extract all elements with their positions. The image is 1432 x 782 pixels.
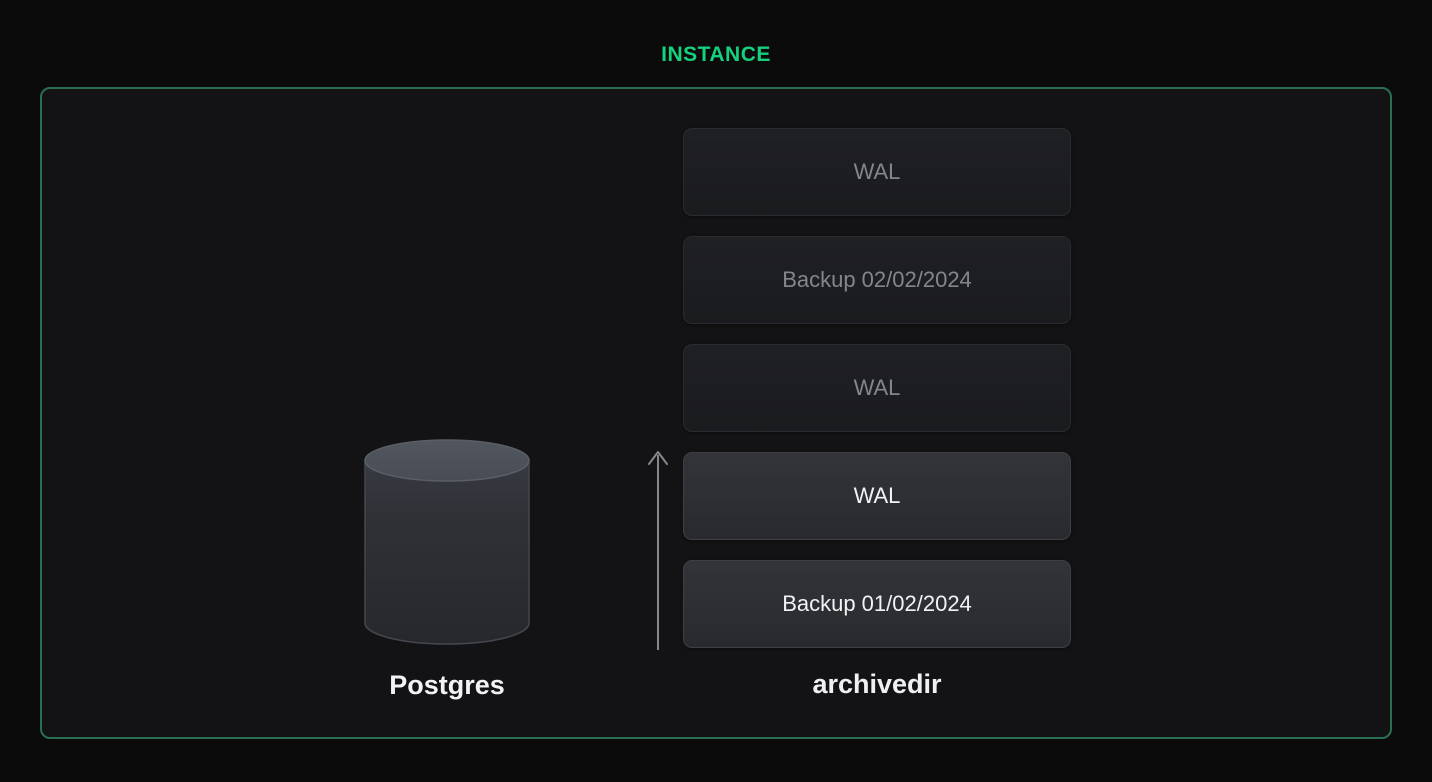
wal-box-active: WAL xyxy=(683,452,1071,540)
backup-box-active: Backup 01/02/2024 xyxy=(683,560,1071,648)
backup-box-label: Backup 01/02/2024 xyxy=(782,591,972,616)
wal-box-dimmed-1: WAL xyxy=(683,128,1071,216)
diagram-canvas: INSTANCE WAL Backup 02/02/2024 WAL WAL B… xyxy=(0,0,1432,782)
wal-box-dimmed-2: WAL xyxy=(683,344,1071,432)
backup-box-dimmed: Backup 02/02/2024 xyxy=(683,236,1071,324)
archivedir-label: archivedir xyxy=(812,669,942,699)
instance-panel: WAL Backup 02/02/2024 WAL WAL Backup 01/… xyxy=(40,87,1392,739)
database-cylinder-icon xyxy=(364,439,530,645)
instance-title: INSTANCE xyxy=(661,43,771,66)
wal-box-label: WAL xyxy=(853,375,901,400)
backup-box-label: Backup 02/02/2024 xyxy=(782,267,972,292)
wal-box-label: WAL xyxy=(853,483,901,508)
postgres-label: Postgres xyxy=(389,670,505,700)
wal-box-label: WAL xyxy=(853,159,901,184)
arrow-up-icon xyxy=(648,451,668,650)
